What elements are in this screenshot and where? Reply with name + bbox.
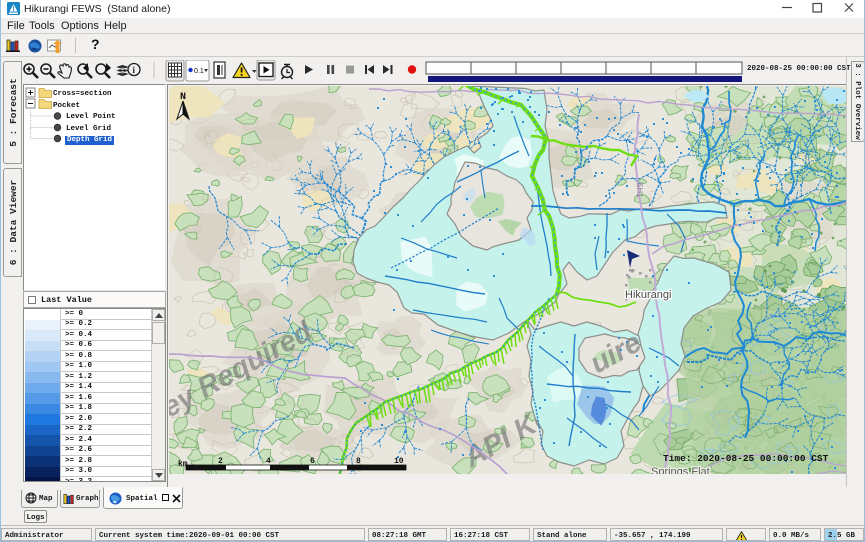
svg-text:Time: 2020-08-25 00:00:00 CST: Time: 2020-08-25 00:00:00 CST — [663, 453, 829, 464]
svg-text:i: i — [133, 65, 136, 75]
svg-text:SH1: SH1 — [635, 182, 644, 198]
svg-text:Hikurangi: Hikurangi — [625, 289, 671, 301]
svg-text:Springs Flat: Springs Flat — [651, 466, 710, 474]
svg-text:0.1: 0.1 — [194, 68, 204, 75]
